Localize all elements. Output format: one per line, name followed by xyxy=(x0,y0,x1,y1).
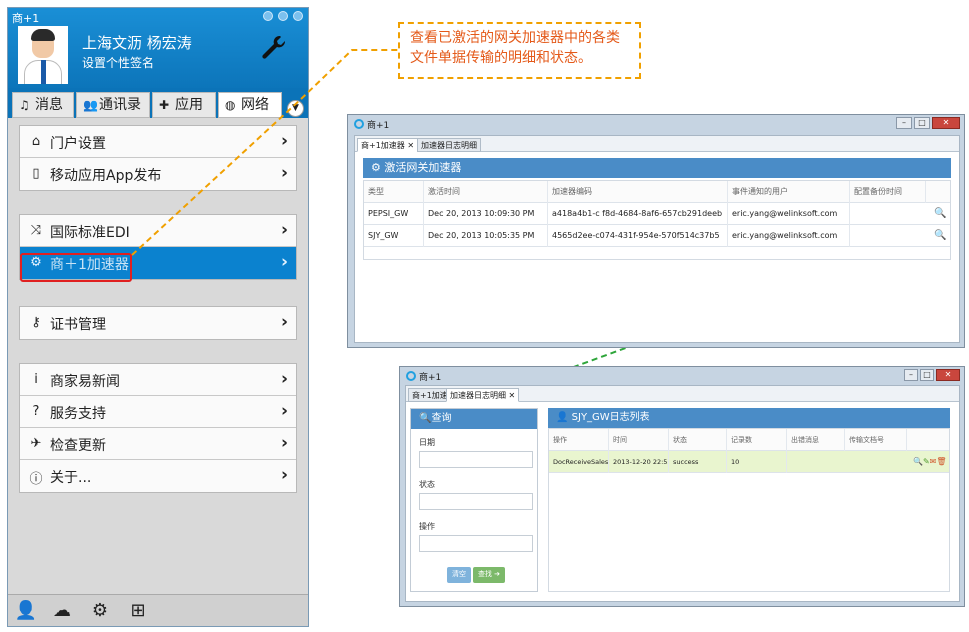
accelerator-table: 类型 激活时间 加速器编码 事件通知的用户 配置备份时间 PEPSI_GW De… xyxy=(363,180,951,260)
table-row[interactable]: DocReceiveSalesOrder 2013-12-20 22:52:48… xyxy=(549,451,949,473)
search-detail-icon[interactable]: 🔍 xyxy=(930,225,950,247)
app-logo-icon xyxy=(354,119,364,129)
date-field[interactable] xyxy=(419,451,533,468)
window-title: 商+1 xyxy=(354,118,389,131)
edit-icon[interactable]: ✎ xyxy=(923,457,930,466)
delete-icon[interactable]: 🗑 xyxy=(936,457,946,466)
operation-field[interactable] xyxy=(419,535,533,552)
tab-accelerator-log[interactable]: 加速器日志明细 xyxy=(417,138,481,152)
search-detail-icon[interactable]: 🔍 xyxy=(913,457,923,466)
operation-label: 操作 xyxy=(419,522,435,531)
gears-icon: ⚙ xyxy=(371,161,385,174)
row-actions: 🔍✎✉🗑 xyxy=(909,451,951,473)
window-tabs: 商+1加速器 加速器日志明细 ✕ xyxy=(406,386,959,402)
table-header: 操作 时间 状态 记录数 出错消息 传输文档号 xyxy=(549,429,949,451)
tab-accelerator[interactable]: 商+1加速器 ✕ xyxy=(357,138,419,152)
minimize-button[interactable]: – xyxy=(904,369,918,381)
status-field[interactable] xyxy=(419,493,533,510)
log-window: 商+1 – □ ✕ 商+1加速器 加速器日志明细 ✕ 🔍查询 日期 状态 操作 … xyxy=(399,366,965,607)
log-table: 操作 时间 状态 记录数 出错消息 传输文档号 DocReceiveSalesO… xyxy=(548,428,950,592)
window-title: 商+1 xyxy=(406,370,441,383)
search-button[interactable]: 查找 ➔ xyxy=(473,567,505,583)
window-tabs: 商+1加速器 ✕ 加速器日志明细 xyxy=(355,136,959,152)
log-list-title: 👤 SJY_GW日志列表 xyxy=(548,408,950,428)
accelerator-window: 商+1 – □ ✕ 商+1加速器 ✕ 加速器日志明细 ⚙ 激活网关加速器 类型 … xyxy=(347,114,965,348)
query-panel-title: 🔍查询 xyxy=(411,409,537,429)
search-detail-icon[interactable]: 🔍 xyxy=(930,203,950,225)
clear-button[interactable]: 清空 xyxy=(447,567,471,583)
maximize-button[interactable]: □ xyxy=(920,369,934,381)
table-row[interactable]: SJY_GW Dec 20, 2013 10:05:35 PM 4565d2ee… xyxy=(364,225,950,247)
panel-title: ⚙ 激活网关加速器 xyxy=(363,158,951,178)
window-content: 商+1加速器 ✕ 加速器日志明细 ⚙ 激活网关加速器 类型 激活时间 加速器编码… xyxy=(354,135,960,343)
close-button[interactable]: ✕ xyxy=(932,117,960,129)
close-button[interactable]: ✕ xyxy=(936,369,960,381)
window-content: 商+1加速器 加速器日志明细 ✕ 🔍查询 日期 状态 操作 清空 查找 ➔ 👤 … xyxy=(405,385,960,602)
query-panel: 🔍查询 日期 状态 操作 清空 查找 ➔ xyxy=(410,408,538,592)
search-icon: 🔍 xyxy=(419,413,432,424)
table-header: 类型 激活时间 加速器编码 事件通知的用户 配置备份时间 xyxy=(364,181,950,203)
minimize-button[interactable]: – xyxy=(896,117,912,129)
status-label: 状态 xyxy=(419,480,435,489)
date-label: 日期 xyxy=(419,438,435,447)
maximize-button[interactable]: □ xyxy=(914,117,930,129)
app-logo-icon xyxy=(406,371,416,381)
tab-accelerator-log[interactable]: 加速器日志明细 ✕ xyxy=(446,388,520,402)
table-row[interactable]: PEPSI_GW Dec 20, 2013 10:09:30 PM a418a4… xyxy=(364,203,950,225)
user-icon: 👤 xyxy=(556,412,572,423)
